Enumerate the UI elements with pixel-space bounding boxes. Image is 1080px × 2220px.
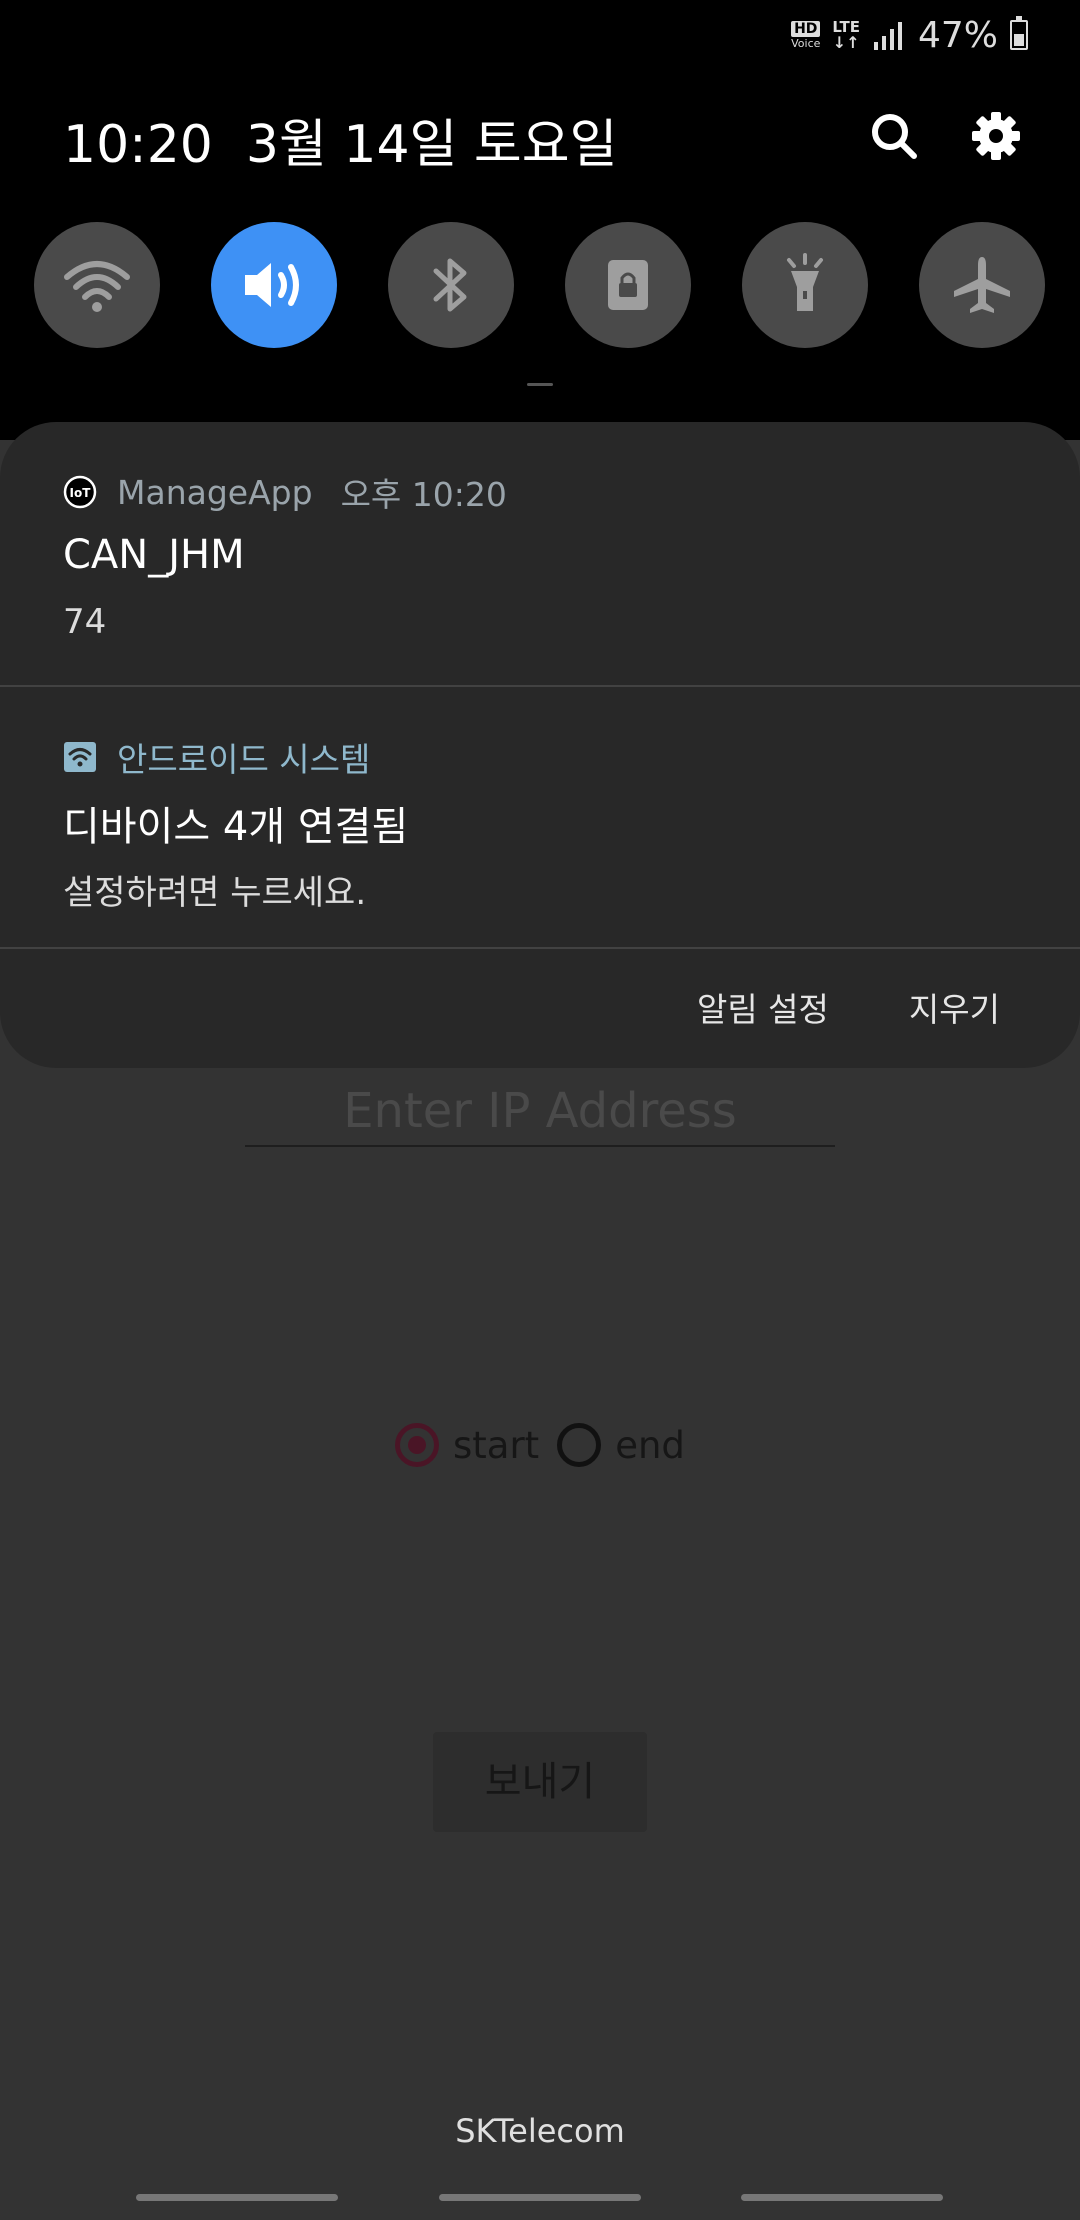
- bluetooth-icon: [433, 258, 467, 312]
- start-radio-label: start: [453, 1423, 540, 1467]
- status-bar: HD Voice LTE ↓↑ 47%: [791, 10, 1028, 60]
- bluetooth-toggle[interactable]: [388, 222, 514, 348]
- notification-settings-button[interactable]: 알림 설정: [697, 983, 829, 1031]
- mode-radio-group: start end: [395, 1415, 703, 1475]
- rotation-lock-toggle[interactable]: [565, 222, 691, 348]
- lte-icon: LTE ↓↑: [832, 17, 860, 52]
- airplane-toggle[interactable]: [919, 222, 1045, 348]
- end-radio-label: end: [615, 1423, 685, 1467]
- notification-manageapp[interactable]: IoT ManageApp 오후 10:20 CAN_JHM 74: [0, 422, 1080, 686]
- notification-header: 안드로이드 시스템: [63, 733, 370, 781]
- wifi-box-icon: [64, 742, 96, 772]
- ip-address-input[interactable]: Enter IP Address: [245, 1075, 835, 1147]
- date: 3월 14일 토요일: [245, 115, 618, 175]
- nav-recents-button[interactable]: [136, 2194, 338, 2201]
- end-radio[interactable]: [557, 1423, 602, 1467]
- nav-back-button[interactable]: [741, 2194, 943, 2201]
- notification-app-name: ManageApp: [117, 472, 313, 512]
- notification-title: CAN_JHM: [63, 532, 245, 578]
- battery-percent: 47%: [917, 14, 998, 56]
- lock-rotation-icon: [608, 260, 648, 310]
- notification-actions: 알림 설정 지우기: [697, 962, 1080, 1052]
- quick-panel: HD Voice LTE ↓↑ 47% 10:20 3월 14일 토요일: [0, 0, 1080, 440]
- notification-header: IoT ManageApp 오후 10:20: [63, 468, 507, 516]
- gear-icon[interactable]: [968, 108, 1024, 164]
- clock: 10:20: [63, 115, 213, 175]
- wifi-icon: [64, 261, 130, 312]
- send-button[interactable]: 보내기: [433, 1732, 647, 1832]
- sound-toggle[interactable]: [211, 222, 337, 348]
- notification-app-name: 안드로이드 시스템: [117, 740, 371, 779]
- panel-drag-handle[interactable]: [527, 383, 553, 386]
- start-radio[interactable]: [395, 1423, 439, 1467]
- quick-toggles: [0, 222, 1080, 350]
- notification-card: IoT ManageApp 오후 10:20 CAN_JHM 74 안드로이드 …: [0, 422, 1080, 1068]
- notification-android-system[interactable]: 안드로이드 시스템 디바이스 4개 연결됨 설정하려면 누르세요.: [0, 687, 1080, 950]
- notification-text: 설정하려면 누르세요.: [63, 873, 367, 913]
- hd-voice-icon: HD Voice: [791, 21, 821, 50]
- date-time[interactable]: 10:20 3월 14일 토요일: [63, 102, 617, 177]
- carrier-label: SKTelecom: [455, 2112, 625, 2150]
- signal-icon: [873, 22, 902, 50]
- notification-title: 디바이스 4개 연결됨: [63, 804, 409, 850]
- search-icon[interactable]: [866, 108, 922, 164]
- svg-text:IoT: IoT: [70, 486, 92, 500]
- notification-text: 74: [63, 602, 107, 642]
- battery-icon: [1010, 16, 1028, 50]
- clear-notifications-button[interactable]: 지우기: [909, 983, 1000, 1031]
- iot-icon: IoT: [63, 475, 97, 509]
- volume-icon: [245, 263, 299, 307]
- airplane-icon: [954, 257, 1010, 313]
- flashlight-icon: [787, 253, 823, 311]
- flashlight-toggle[interactable]: [742, 222, 868, 348]
- nav-home-button[interactable]: [439, 2194, 641, 2201]
- wifi-toggle[interactable]: [34, 222, 160, 348]
- notification-divider: [0, 947, 1080, 949]
- notification-time: 오후 10:20: [340, 475, 507, 514]
